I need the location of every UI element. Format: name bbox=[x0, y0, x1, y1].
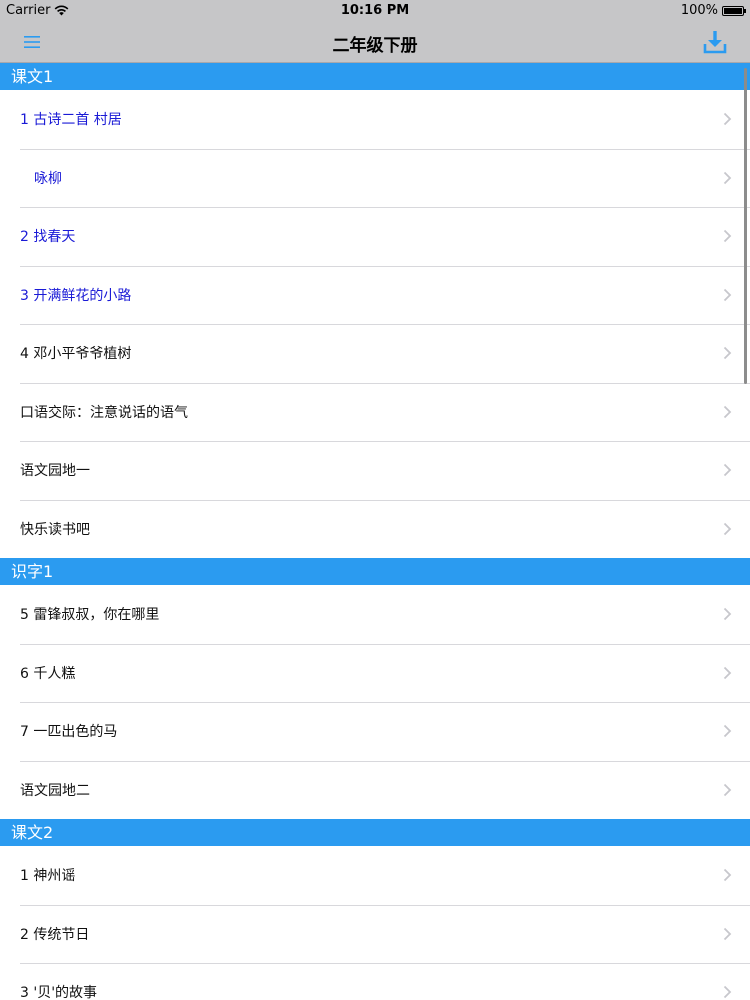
list-item-label: 2 找春天 bbox=[20, 229, 76, 246]
list-item[interactable]: 7 一匹出色的马 bbox=[0, 702, 750, 761]
list-item-label: 1 神州谣 bbox=[20, 868, 76, 885]
list-item-label: 7 一匹出色的马 bbox=[20, 724, 118, 741]
list-item[interactable]: 咏柳 bbox=[0, 148, 750, 207]
list-item-label: 3 开满鲜花的小路 bbox=[20, 287, 132, 304]
chevron-right-icon bbox=[723, 171, 732, 184]
chevron-right-icon bbox=[723, 927, 732, 940]
list-item[interactable]: 3 开满鲜花的小路 bbox=[0, 265, 750, 324]
chevron-right-icon bbox=[723, 347, 732, 360]
chevron-right-icon bbox=[723, 666, 732, 679]
battery-percent: 100% bbox=[680, 3, 718, 18]
list-item[interactable]: 4 邓小平爷爷植树 bbox=[0, 324, 750, 383]
list-item[interactable]: 口语交际：注意说话的语气 bbox=[0, 382, 750, 441]
list-item-label: 6 千人糕 bbox=[20, 665, 76, 682]
list-item-label: 咏柳 bbox=[34, 170, 62, 187]
chevron-right-icon bbox=[723, 288, 732, 301]
section-header: 识字1 bbox=[0, 558, 750, 585]
navigation-bar: 二年级下册 bbox=[0, 22, 750, 63]
chevron-right-icon bbox=[723, 405, 732, 418]
chevron-right-icon bbox=[723, 869, 732, 882]
lesson-list[interactable]: 课文1 1 古诗二首 村居咏柳 2 找春天 3 开满鲜花的小路 4 邓小平爷爷植树口语交… bbox=[0, 63, 750, 1000]
list-item[interactable]: 3 '贝'的故事 bbox=[0, 963, 750, 1000]
list-item-label: 语文园地一 bbox=[20, 463, 90, 480]
list-item-label: 4 邓小平爷爷植树 bbox=[20, 346, 132, 363]
chevron-right-icon bbox=[723, 230, 732, 243]
chevron-right-icon bbox=[723, 113, 732, 126]
list-item-label: 1 古诗二首 村居 bbox=[20, 112, 122, 129]
battery-icon bbox=[722, 5, 746, 16]
list-item[interactable]: 2 找春天 bbox=[0, 207, 750, 266]
page-title: 二年级下册 bbox=[332, 36, 418, 56]
chevron-right-icon bbox=[723, 464, 732, 477]
list-item[interactable]: 2 传统节日 bbox=[0, 904, 750, 963]
section-header: 课文2 bbox=[0, 819, 750, 846]
list-item-label: 2 传统节日 bbox=[20, 926, 90, 943]
list-item[interactable]: 语文园地一 bbox=[0, 441, 750, 500]
scroll-indicator[interactable] bbox=[744, 68, 747, 384]
list-item-label: 口语交际：注意说话的语气 bbox=[20, 404, 188, 421]
chevron-right-icon bbox=[723, 986, 732, 999]
chevron-right-icon bbox=[723, 522, 732, 535]
status-bar: Carrier 10:16 PM 100% bbox=[0, 0, 750, 22]
list-item[interactable]: 1 神州谣 bbox=[0, 846, 750, 905]
list-item-label: 语文园地二 bbox=[20, 782, 90, 799]
list-item[interactable]: 快乐读书吧 bbox=[0, 499, 750, 558]
chevron-right-icon bbox=[723, 725, 732, 738]
battery-fill bbox=[724, 7, 742, 14]
chevron-right-icon bbox=[723, 608, 732, 621]
list-item[interactable]: 5 雷锋叔叔，你在哪里 bbox=[0, 585, 750, 644]
list-item-label: 5 雷锋叔叔，你在哪里 bbox=[20, 607, 160, 624]
list-item[interactable]: 1 古诗二首 村居 bbox=[0, 90, 750, 149]
battery-indicator: 100% bbox=[680, 3, 746, 18]
list-item[interactable]: 语文园地二 bbox=[0, 760, 750, 819]
status-time: 10:16 PM bbox=[340, 3, 410, 18]
list-item-label: 快乐读书吧 bbox=[20, 521, 90, 538]
download-button[interactable] bbox=[702, 29, 728, 55]
list-item[interactable]: 6 千人糕 bbox=[0, 643, 750, 702]
chevron-right-icon bbox=[723, 783, 732, 796]
section-header: 课文1 bbox=[0, 63, 750, 90]
download-icon bbox=[703, 31, 727, 54]
list-item-label: 3 '贝'的故事 bbox=[20, 985, 98, 1000]
